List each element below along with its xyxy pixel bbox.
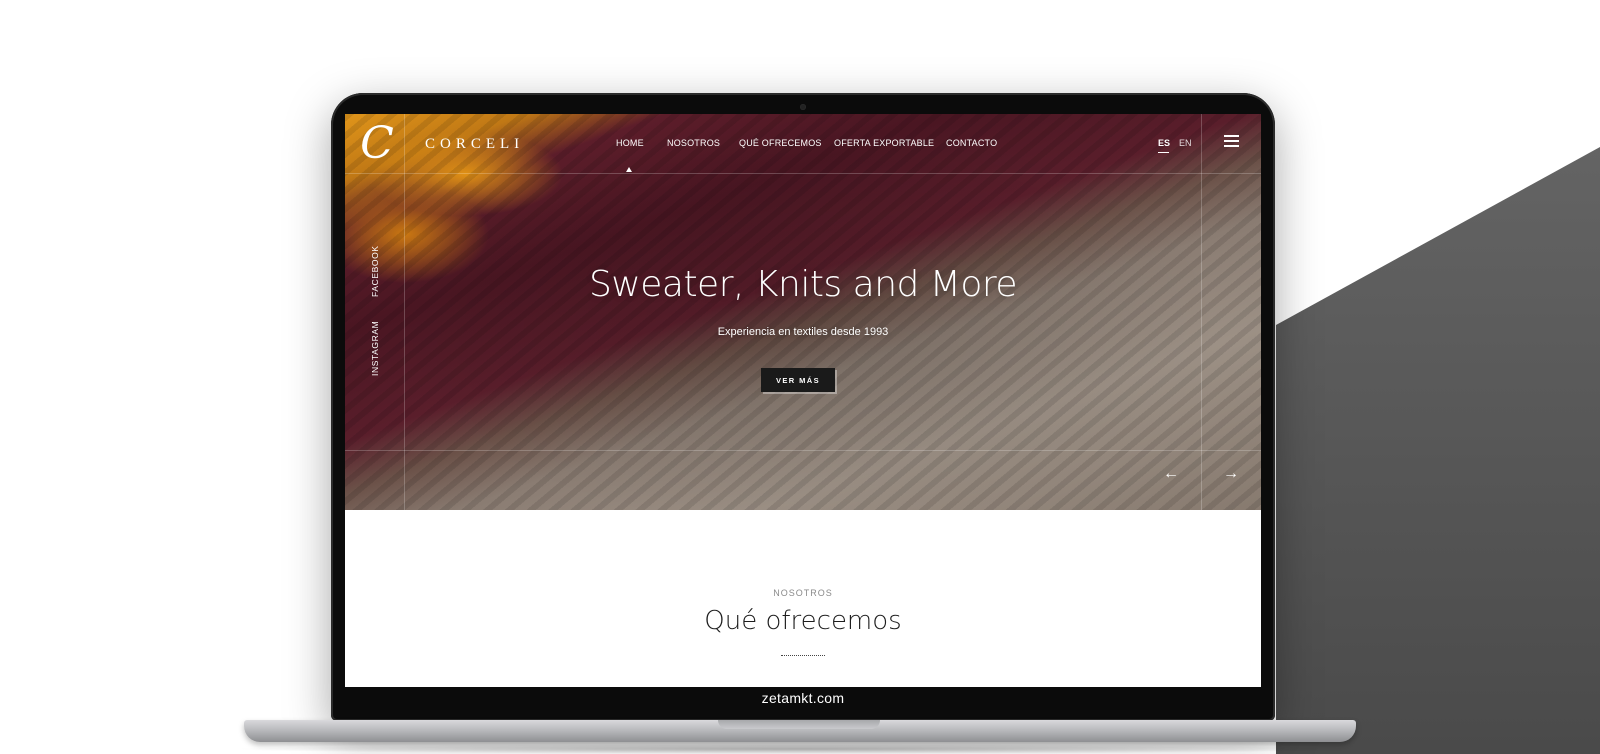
laptop-chin-text: zetamkt.com — [761, 690, 845, 706]
hero-title: Sweater, Knits and More — [588, 264, 1018, 305]
camera-icon — [800, 104, 806, 110]
nav-item-que-ofrecemos[interactable]: QUÉ OFRECEMOS — [739, 138, 822, 148]
nav-item-oferta-exportable[interactable]: OFERTA EXPORTABLE — [834, 138, 934, 148]
menu-bar — [1224, 145, 1239, 147]
section-divider — [781, 655, 825, 656]
hamburger-menu-icon[interactable] — [1224, 135, 1239, 147]
main-nav: HOME NOSOTROS QUÉ OFRECEMOS OFERTA EXPOR… — [345, 138, 1261, 152]
hero-gridline — [345, 173, 1261, 174]
menu-bar — [1224, 135, 1239, 137]
section-eyebrow: NOSOTROS — [773, 588, 833, 598]
nav-item-contacto[interactable]: CONTACTO — [946, 138, 997, 148]
nav-active-indicator — [626, 167, 632, 172]
ver-mas-button[interactable]: VER MÁS — [761, 368, 835, 392]
hero-gridline — [345, 450, 1261, 451]
lang-es-link[interactable]: ES — [1158, 138, 1170, 148]
laptop-notch — [718, 720, 880, 729]
arrow-right-icon[interactable]: → — [1223, 466, 1239, 482]
website-screen: C CORCELI HOME NOSOTROS QUÉ OFRECEMOS OF… — [345, 114, 1261, 687]
lang-en-link[interactable]: EN — [1179, 138, 1192, 148]
section-title: Qué ofrecemos — [704, 606, 902, 636]
menu-bar — [1224, 140, 1239, 142]
lang-active-underline — [1158, 152, 1169, 153]
nav-item-nosotros[interactable]: NOSOTROS — [667, 138, 720, 148]
arrow-left-icon[interactable]: ← — [1163, 466, 1179, 482]
nav-item-home[interactable]: HOME — [616, 138, 644, 148]
hero-subtitle: Experiencia en textiles desde 1993 — [717, 326, 889, 338]
floor-shadow — [230, 744, 1370, 754]
